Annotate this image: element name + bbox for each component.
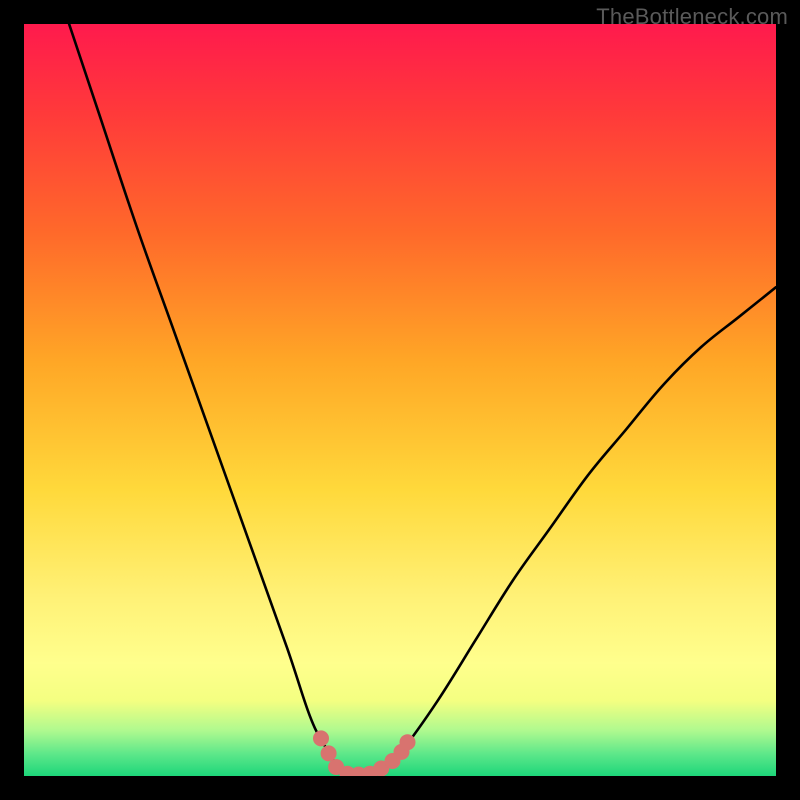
highlight-dot [321, 745, 337, 761]
plot-area [24, 24, 776, 776]
bottleneck-curve [69, 24, 776, 776]
curve-layer [24, 24, 776, 776]
highlight-dots [313, 730, 416, 776]
highlight-dot [313, 730, 329, 746]
watermark-text: TheBottleneck.com [596, 4, 788, 30]
highlight-dot [400, 734, 416, 750]
chart-frame: TheBottleneck.com [0, 0, 800, 800]
